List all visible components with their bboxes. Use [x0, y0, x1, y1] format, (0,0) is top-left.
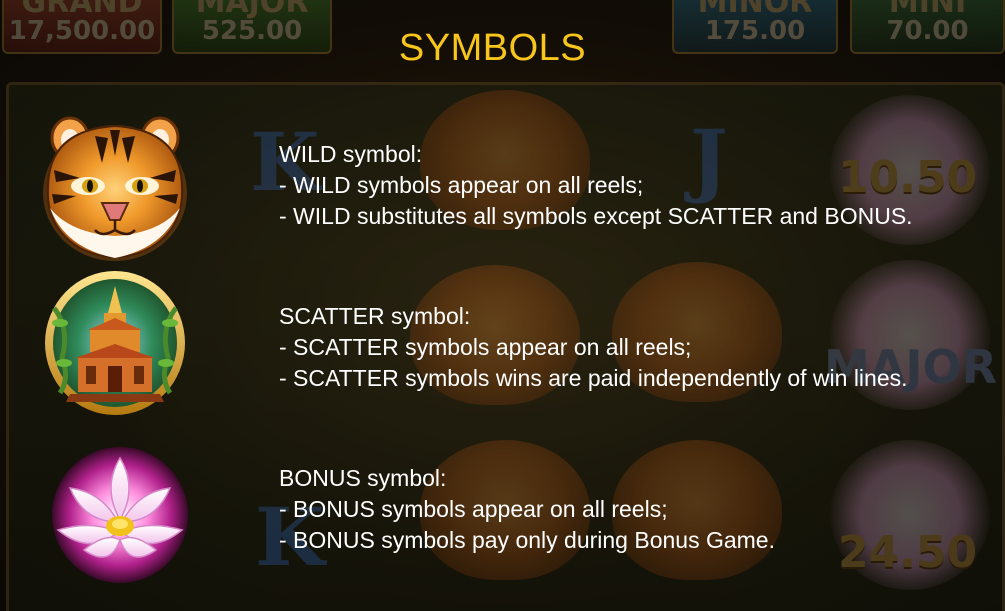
- paytable-screen: GRAND 17,500.00 MAJOR 525.00 MINOR 175.0…: [0, 0, 1005, 611]
- jackpot-grand-label: GRAND: [21, 0, 143, 20]
- bonus-line-1: - BONUS symbols appear on all reels;: [279, 496, 668, 522]
- bonus-heading: BONUS symbol:: [279, 465, 447, 491]
- bg-value-label: 24.50: [838, 527, 978, 578]
- tiger-icon: [40, 108, 190, 263]
- bonus-line-2: - BONUS symbols pay only during Bonus Ga…: [279, 527, 775, 553]
- bg-lotus-symbol: [830, 440, 990, 590]
- wild-heading: WILD symbol:: [279, 141, 423, 167]
- jackpot-mini-label: MINI: [888, 0, 967, 20]
- bonus-description: BONUS symbol: - BONUS symbols appear on …: [279, 463, 775, 556]
- temple-icon: [40, 268, 190, 418]
- wild-description: WILD symbol: - WILD symbols appear on al…: [279, 139, 913, 232]
- wild-line-1: - WILD symbols appear on all reels;: [279, 172, 644, 198]
- jackpot-minor-label: MINOR: [697, 0, 813, 20]
- scatter-description: SCATTER symbol: - SCATTER symbols appear…: [279, 301, 908, 394]
- scatter-line-2: - SCATTER symbols wins are paid independ…: [279, 365, 908, 391]
- page-title: SYMBOLS: [398, 27, 587, 69]
- wild-line-2: - WILD substitutes all symbols except SC…: [279, 203, 913, 229]
- jackpot-major-label: MAJOR: [195, 0, 309, 20]
- lotus-icon: [40, 440, 190, 590]
- scatter-heading: SCATTER symbol:: [279, 303, 471, 329]
- scatter-line-1: - SCATTER symbols appear on all reels;: [279, 334, 692, 360]
